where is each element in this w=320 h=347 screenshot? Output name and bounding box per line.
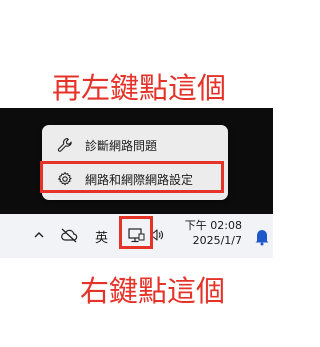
instruction-left-click: 再左鍵點這個 (52, 71, 227, 105)
clock-date: 2025/1/7 (192, 234, 242, 247)
notification-icon[interactable] (252, 226, 273, 246)
highlight-box-settings (40, 161, 224, 193)
clock-time: 下午 02:08 (184, 219, 242, 232)
instruction-right-click: 右鍵點這個 (80, 274, 226, 308)
cloud-off-icon[interactable] (58, 224, 80, 246)
taskbar-clock[interactable]: 下午 02:08 2025/1/7 (182, 218, 242, 248)
menu-item-label: 診斷網路問題 (85, 138, 158, 153)
ime-indicator[interactable]: 英 (95, 227, 108, 246)
menu-item-diagnose[interactable]: 診斷網路問題 (42, 130, 228, 160)
wrench-icon (57, 137, 73, 153)
chevron-up-icon[interactable] (28, 224, 50, 246)
highlight-box-network (119, 216, 153, 249)
